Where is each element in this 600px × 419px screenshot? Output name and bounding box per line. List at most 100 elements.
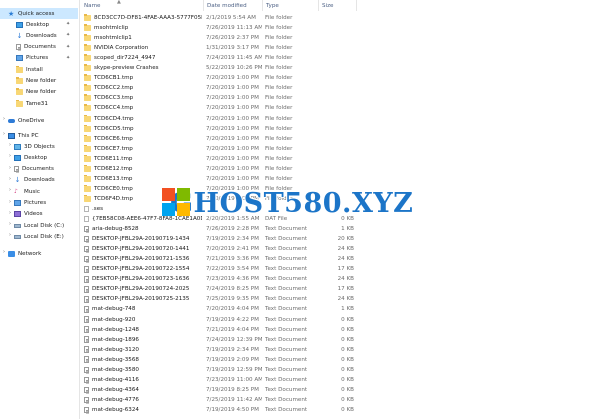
file-row[interactable]: TCD6CE6.tmp 7/20/2019 1:00 PM File folder xyxy=(82,134,372,144)
file-name: mat-debug-6324 xyxy=(92,406,139,413)
nav-this-pc-item[interactable]: 3D Objects xyxy=(0,141,78,152)
file-row[interactable]: mat-debug-4116 7/23/2019 11:00 AM Text Doc… xyxy=(82,375,372,385)
column-separator[interactable] xyxy=(318,0,319,11)
file-row[interactable]: DESKTOP-JFBL29A-20190723-1636 7/23/2019 4… xyxy=(82,274,372,284)
file-row[interactable]: TCD6CD4.tmp 7/20/2019 1:00 PM File folder xyxy=(82,114,372,124)
file-row[interactable]: mat-debug-3120 7/19/2019 2:34 PM Text Docu… xyxy=(82,345,372,355)
file-row[interactable]: TCD6CD5.tmp 7/20/2019 1:00 PM File folder xyxy=(82,124,372,134)
pin-icon: ✦ xyxy=(66,43,71,50)
file-row[interactable]: mat-debug-3580 7/19/2019 12:59 PM Text Doc… xyxy=(82,365,372,375)
nav-quick-access-item[interactable]: Tame31 xyxy=(0,98,78,109)
folder-icon xyxy=(84,124,91,132)
nav-quick-access-item[interactable]: ↓ Downloads ✦ xyxy=(0,30,78,41)
nav-quick-access-item[interactable]: Desktop ✦ xyxy=(0,19,78,30)
column-separator[interactable] xyxy=(262,0,263,11)
file-date: 7/20/2019 1:00 PM xyxy=(206,145,259,152)
file-type: File folder xyxy=(265,25,293,32)
file-row[interactable]: TCD6CC4.tmp 7/20/2019 1:00 PM File folder xyxy=(82,103,372,113)
file-row[interactable]: mat-debug-748 7/20/2019 4:04 PM Text Docum… xyxy=(82,304,372,314)
file-row[interactable]: skype-preview Crashes 5/22/2019 10:26 PM F… xyxy=(82,63,372,73)
column-header-size[interactable]: Size xyxy=(322,0,356,11)
file-row[interactable]: DESKTOP-JFBL29A-20190722-1554 7/22/2019 3… xyxy=(82,264,372,274)
file-row[interactable]: mat-debug-4364 7/19/2019 8:25 PM Text Docu… xyxy=(82,385,372,395)
file-row[interactable]: NVIDIA Corporation 1/31/2019 3:17 PM File … xyxy=(82,43,372,53)
column-header-name-label: Name xyxy=(84,2,101,9)
file-row[interactable]: TCD6E13.tmp 7/20/2019 1:00 PM File folder xyxy=(82,174,372,184)
nav-this-pc-item[interactable]: ♪ Music xyxy=(0,186,78,197)
downloads-icon: ↓ xyxy=(16,31,23,40)
nav-quick-access-item[interactable]: New folder xyxy=(0,76,78,87)
file-size xyxy=(320,103,354,113)
nav-this-pc-item[interactable]: Desktop xyxy=(0,152,78,163)
column-header-name[interactable]: Name xyxy=(84,0,199,11)
nav-this-pc-item[interactable]: Local Disk (E:) xyxy=(0,231,78,242)
file-row[interactable]: DESKTOP-JFBL29A-20190719-1434 7/19/2019 2… xyxy=(82,234,372,244)
file-row[interactable]: mat-debug-1248 7/21/2019 4:04 PM Text Docu… xyxy=(82,325,372,335)
text-document-icon xyxy=(84,255,89,263)
file-row[interactable]: TCD6CE7.tmp 7/20/2019 1:00 PM File folder xyxy=(82,144,372,154)
nav-item-label: Desktop xyxy=(26,21,50,28)
file-row[interactable]: 8CD3CC7D-DF81-4FAE-AAA3-5777F05EB... 2/1/… xyxy=(82,13,372,23)
file-row[interactable]: aria-debug-8528 7/26/2019 2:28 PM Text Doc… xyxy=(82,224,372,234)
column-separator[interactable] xyxy=(203,0,204,11)
file-date: 7/21/2019 4:04 PM xyxy=(206,326,259,333)
nav-quick-access-item[interactable]: New folder xyxy=(0,87,78,98)
file-name: mat-debug-4116 xyxy=(92,376,139,383)
nav-quick-access-item[interactable]: Pictures ✦ xyxy=(0,53,78,64)
file-type: File folder xyxy=(265,85,293,92)
nav-quick-access-item[interactable]: Install xyxy=(0,64,78,75)
file-date: 7/19/2019 2:09 PM xyxy=(206,356,259,363)
folder-icon xyxy=(84,34,91,42)
file-row[interactable]: scoped_dir7224_4947 7/24/2019 11:45 AM Fil… xyxy=(82,53,372,63)
file-row[interactable]: DESKTOP-JFBL29A-20190724-2025 7/24/2019 8… xyxy=(82,284,372,294)
file-date: 7/20/2019 1:00 PM xyxy=(206,125,259,132)
file-type: Text Document xyxy=(265,226,308,233)
folder-icon xyxy=(84,174,91,182)
file-row[interactable]: TCD6CB1.tmp 7/20/2019 1:00 PM File folder xyxy=(82,73,372,83)
file-row[interactable]: TCD6CC2.tmp 7/20/2019 1:00 PM File folder xyxy=(82,83,372,93)
nav-quick-access-item[interactable]: Documents ✦ xyxy=(0,42,78,53)
disk-icon xyxy=(14,235,21,240)
nav-item-label: New folder xyxy=(26,89,57,96)
text-document-icon xyxy=(84,235,89,243)
file-type: Text Document xyxy=(265,306,308,313)
file-date: 7/19/2019 2:34 PM xyxy=(206,346,259,353)
nav-item-label: This PC xyxy=(18,132,39,139)
file-type: Text Document xyxy=(265,266,308,273)
file-row[interactable]: mat-debug-6324 7/19/2019 4:50 PM Text Docu… xyxy=(82,405,372,415)
nav-this-pc-item[interactable]: ↓ Downloads xyxy=(0,175,78,186)
file-row[interactable]: DESKTOP-JFBL29A-20190720-1441 7/20/2019 2… xyxy=(82,244,372,254)
file-row[interactable]: msohtmlclip 7/26/2019 11:13 AM File folder xyxy=(82,23,372,33)
file-name: TCD6CE0.tmp xyxy=(94,185,133,192)
file-date: 1/31/2019 3:17 PM xyxy=(206,45,259,52)
file-row[interactable]: mat-debug-1896 7/24/2019 12:39 PM Text Doc… xyxy=(82,335,372,345)
file-row[interactable]: mat-debug-920 7/19/2019 4:22 PM Text Docum… xyxy=(82,315,372,325)
folder-icon xyxy=(84,154,91,162)
this-pc-icon xyxy=(8,132,15,139)
nav-this-pc-item[interactable]: Local Disk (C:) xyxy=(0,220,78,231)
file-size: 20 KB xyxy=(337,236,354,243)
file-name: TCD6CD4.tmp xyxy=(94,115,134,122)
column-header-date[interactable]: Date modified xyxy=(207,0,262,11)
nav-this-pc-item[interactable]: Pictures xyxy=(0,198,78,209)
file-row[interactable]: mat-debug-4776 7/25/2019 11:42 AM Text Doc… xyxy=(82,395,372,405)
file-row[interactable]: TCD6CC3.tmp 7/20/2019 1:00 PM File folder xyxy=(82,93,372,103)
folder-icon xyxy=(84,74,91,82)
file-row[interactable]: TCD6E11.tmp 7/20/2019 1:00 PM File folder xyxy=(82,154,372,164)
file-row[interactable]: msohtmlclip1 7/26/2019 2:37 PM File folder xyxy=(82,33,372,43)
file-row[interactable]: DESKTOP-JFBL29A-20190725-2135 7/25/2019 9… xyxy=(82,294,372,304)
file-row[interactable]: TCD6E12.tmp 7/20/2019 1:00 PM File folder xyxy=(82,164,372,174)
column-separator[interactable] xyxy=(356,0,357,11)
nav-this-pc-item[interactable]: Videos xyxy=(0,209,78,220)
nav-onedrive[interactable]: OneDrive xyxy=(0,115,78,126)
nav-this-pc-item[interactable]: Documents xyxy=(0,164,78,175)
file-name: mat-debug-1248 xyxy=(92,326,139,333)
file-row[interactable]: DESKTOP-JFBL29A-20190721-1536 7/21/2019 3… xyxy=(82,254,372,264)
nav-network[interactable]: Network xyxy=(0,248,78,259)
nav-this-pc[interactable]: This PC xyxy=(0,130,78,141)
file-name: TCD6CE6.tmp xyxy=(94,135,133,142)
column-header-type[interactable]: Type xyxy=(266,0,318,11)
file-size: 24 KB xyxy=(337,296,354,303)
file-row[interactable]: mat-debug-3568 7/19/2019 2:09 PM Text Docu… xyxy=(82,355,372,365)
nav-quick-access[interactable]: ★ Quick access xyxy=(0,8,78,19)
